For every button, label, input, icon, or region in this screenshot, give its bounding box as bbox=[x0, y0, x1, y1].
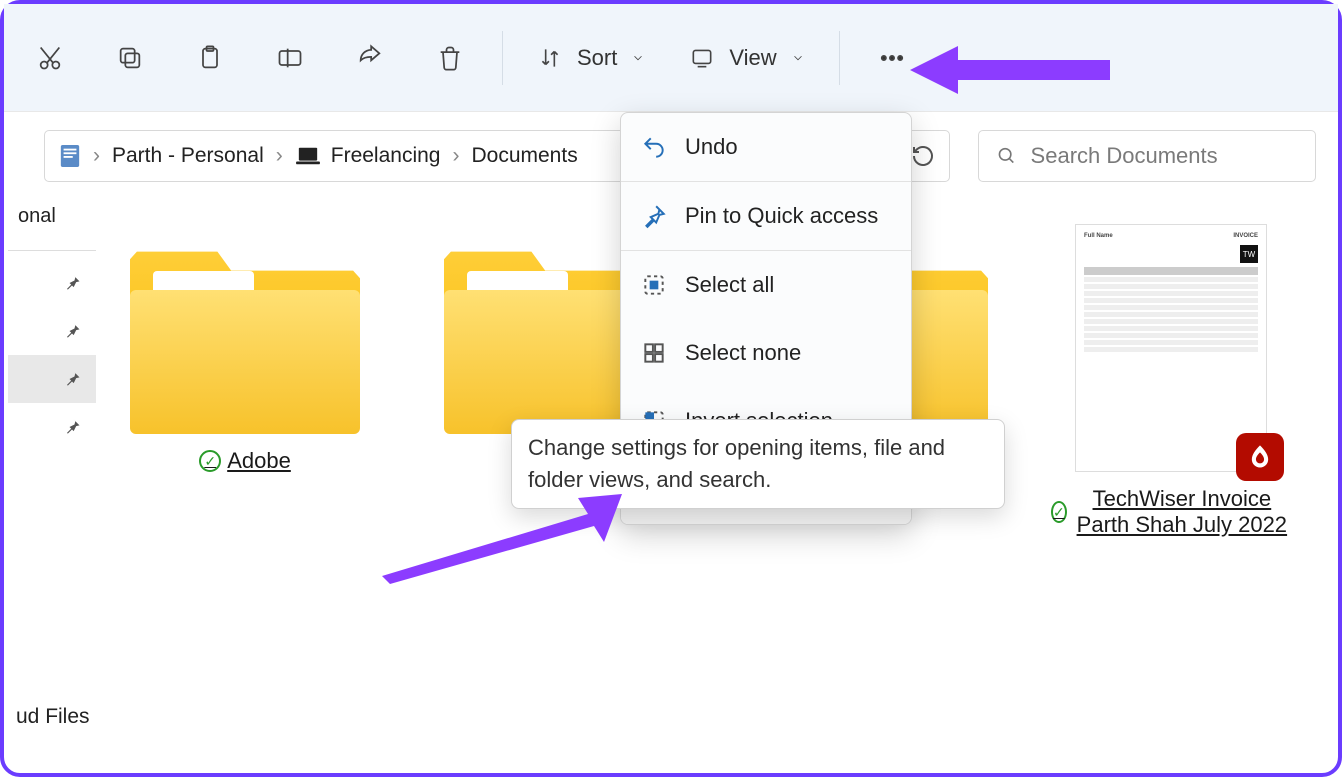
nav-pinned-item-selected[interactable] bbox=[8, 355, 96, 403]
menu-select-none[interactable]: Select none bbox=[621, 319, 911, 387]
chevron-down-icon bbox=[631, 51, 645, 65]
delete-button[interactable] bbox=[414, 22, 486, 94]
sort-label: Sort bbox=[577, 45, 617, 71]
search-input[interactable] bbox=[1031, 143, 1297, 169]
rename-button[interactable] bbox=[254, 22, 326, 94]
pdf-badge-icon bbox=[1236, 433, 1284, 481]
menu-undo[interactable]: Undo bbox=[621, 113, 911, 181]
crumb-sep: › bbox=[452, 144, 459, 168]
folder-item[interactable]: ✓ Adobe bbox=[100, 224, 390, 474]
nav-label: ud Files bbox=[16, 705, 90, 728]
laptop-icon bbox=[295, 145, 321, 167]
command-bar: Sort View bbox=[4, 4, 1338, 112]
crumb-sep: › bbox=[93, 144, 100, 168]
file-name: TechWiser Invoice Parth Shah July 2022 bbox=[1073, 486, 1291, 538]
crumb-sep: › bbox=[276, 144, 283, 168]
sort-icon bbox=[537, 45, 563, 71]
crumb-item[interactable]: Parth - Personal bbox=[112, 144, 264, 168]
separator bbox=[839, 31, 840, 85]
nav-panel: onal bbox=[8, 192, 96, 451]
nav-label: onal bbox=[18, 205, 56, 228]
pdf-thumbnail: Full NameINVOICE TW bbox=[1075, 224, 1267, 472]
menu-label: Select all bbox=[685, 272, 774, 298]
menu-pin-quick-access[interactable]: Pin to Quick access bbox=[621, 182, 911, 250]
search-box[interactable] bbox=[978, 130, 1316, 182]
sync-check-icon: ✓ bbox=[199, 450, 221, 472]
copy-button[interactable] bbox=[94, 22, 166, 94]
annotation-arrow bbox=[382, 494, 622, 589]
file-label: ✓ TechWiser Invoice Parth Shah July 2022 bbox=[1051, 486, 1291, 538]
folder-name: Adobe bbox=[227, 448, 291, 474]
annotation-arrow bbox=[910, 40, 1110, 105]
view-icon bbox=[689, 45, 715, 71]
menu-label: Undo bbox=[685, 134, 738, 160]
nav-pinned-item[interactable] bbox=[8, 403, 96, 451]
sync-check-icon: ✓ bbox=[1051, 501, 1067, 523]
document-icon bbox=[59, 143, 81, 169]
nav-pinned-item[interactable] bbox=[8, 307, 96, 355]
nav-item[interactable]: onal bbox=[8, 192, 96, 240]
file-item[interactable]: Full NameINVOICE TW ✓ TechWiser Invoice … bbox=[1042, 224, 1300, 538]
paste-button[interactable] bbox=[174, 22, 246, 94]
separator bbox=[502, 31, 503, 85]
menu-label: Pin to Quick access bbox=[685, 203, 878, 229]
view-dropdown[interactable]: View bbox=[671, 22, 822, 94]
nav-pinned-item[interactable] bbox=[8, 259, 96, 307]
folder-label: ✓ Adobe bbox=[199, 448, 291, 474]
tooltip-text: Change settings for opening items, file … bbox=[528, 435, 945, 492]
nav-item[interactable]: ud Files bbox=[16, 705, 90, 729]
share-button[interactable] bbox=[334, 22, 406, 94]
sort-dropdown[interactable]: Sort bbox=[519, 22, 663, 94]
search-icon bbox=[997, 145, 1017, 167]
menu-select-all[interactable]: Select all bbox=[621, 251, 911, 319]
folder-icon bbox=[130, 244, 360, 434]
crumb-item[interactable]: Documents bbox=[471, 144, 577, 168]
cut-button[interactable] bbox=[14, 22, 86, 94]
menu-label: Select none bbox=[685, 340, 801, 366]
chevron-down-icon bbox=[791, 51, 805, 65]
view-label: View bbox=[729, 45, 776, 71]
crumb-item[interactable]: Freelancing bbox=[331, 144, 441, 168]
